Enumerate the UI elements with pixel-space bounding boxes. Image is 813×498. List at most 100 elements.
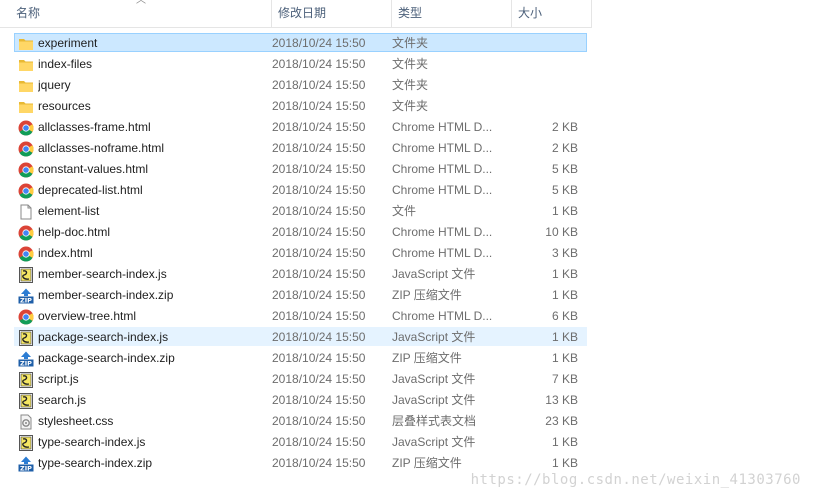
chrome-icon [18, 162, 34, 178]
file-row[interactable]: ZIP type-search-index.zip 2018/10/24 15:5… [0, 453, 600, 474]
file-name: overview-tree.html [38, 309, 137, 323]
file-name: package-search-index.zip [38, 351, 175, 365]
zip-icon: ZIP [18, 456, 34, 472]
file-type: Chrome HTML D... [392, 309, 493, 323]
file-name: member-search-index.zip [38, 288, 174, 302]
sort-ascending-icon: ︿ [136, 0, 146, 6]
file-row[interactable]: stylesheet.css 2018/10/24 15:50 层叠样式表文档 23 … [0, 411, 600, 432]
file-type: JavaScript 文件 [392, 393, 476, 407]
file-size: 3 KB [551, 246, 578, 260]
folder-icon [18, 57, 34, 73]
column-header-bar: ︿ 名称 修改日期 类型 大小 [0, 0, 592, 28]
file-modified-date: 2018/10/24 15:50 [272, 36, 366, 50]
file-size: 5 KB [551, 162, 578, 176]
chrome-icon [18, 141, 34, 157]
file-type: Chrome HTML D... [392, 162, 493, 176]
column-header-name-label: 名称 [16, 6, 41, 20]
file-row[interactable]: package-search-index.js 2018/10/24 15:50 J… [0, 327, 600, 348]
file-modified-date: 2018/10/24 15:50 [272, 204, 366, 218]
file-row[interactable]: script.js 2018/10/24 15:50 JavaScript 文件 7 … [0, 369, 600, 390]
zip-icon: ZIP [18, 351, 34, 367]
file-row[interactable]: deprecated-list.html 2018/10/24 15:50 Chro… [0, 180, 600, 201]
file-name: package-search-index.js [38, 330, 169, 344]
column-header-size-label: 大小 [518, 6, 543, 20]
file-modified-date: 2018/10/24 15:50 [272, 267, 366, 281]
file-row[interactable]: index-files 2018/10/24 15:50 文件夹 [0, 54, 600, 75]
file-modified-date: 2018/10/24 15:50 [272, 120, 366, 134]
file-type: ZIP 压缩文件 [392, 456, 462, 470]
file-row[interactable]: experiment 2018/10/24 15:50 文件夹 [0, 33, 600, 54]
file-name: member-search-index.js [38, 267, 167, 281]
file-row[interactable]: constant-values.html 2018/10/24 15:50 Chro… [0, 159, 600, 180]
file-size: 1 KB [551, 351, 578, 365]
file-row[interactable]: search.js 2018/10/24 15:50 JavaScript 文件 13… [0, 390, 600, 411]
file-row[interactable]: element-list 2018/10/24 15:50 文件 1 KB [0, 201, 600, 222]
file-type: Chrome HTML D... [392, 246, 493, 260]
file-size: 1 KB [551, 204, 578, 218]
file-name: deprecated-list.html [38, 183, 143, 197]
file-explorer: ︿ 名称 修改日期 类型 大小 experiment 2018/10/24 15:… [0, 0, 813, 498]
blank-file-icon [18, 204, 34, 220]
file-row[interactable]: overview-tree.html 2018/10/24 15:50 Chrome… [0, 306, 600, 327]
folder-icon [18, 78, 34, 94]
file-type: JavaScript 文件 [392, 372, 476, 386]
column-header-name[interactable]: ︿ 名称 [0, 0, 272, 27]
file-size: 5 KB [551, 183, 578, 197]
file-modified-date: 2018/10/24 15:50 [272, 183, 366, 197]
watermark: https://blog.csdn.net/weixin_41303760 [470, 472, 801, 488]
file-size: 2 KB [551, 120, 578, 134]
file-type: 文件 [392, 204, 417, 218]
file-type: 文件夹 [392, 78, 429, 92]
file-size: 23 KB [545, 414, 578, 428]
file-type: 文件夹 [392, 57, 429, 71]
column-header-size[interactable]: 大小 [512, 0, 592, 27]
zip-icon: ZIP [18, 288, 34, 304]
file-row[interactable]: help-doc.html 2018/10/24 15:50 Chrome HTML… [0, 222, 600, 243]
file-modified-date: 2018/10/24 15:50 [272, 225, 366, 239]
file-modified-date: 2018/10/24 15:50 [272, 246, 366, 260]
column-header-date[interactable]: 修改日期 [272, 0, 392, 27]
file-row[interactable]: resources 2018/10/24 15:50 文件夹 [0, 96, 600, 117]
file-type: Chrome HTML D... [392, 183, 493, 197]
file-name: allclasses-noframe.html [38, 141, 165, 155]
file-type: 文件夹 [392, 99, 429, 113]
file-name: element-list [38, 204, 100, 218]
file-modified-date: 2018/10/24 15:50 [272, 330, 366, 344]
file-size: 1 KB [551, 267, 578, 281]
file-modified-date: 2018/10/24 15:50 [272, 456, 366, 470]
file-row[interactable]: ZIP member-search-index.zip 2018/10/24 15… [0, 285, 600, 306]
file-modified-date: 2018/10/24 15:50 [272, 288, 366, 302]
file-name: jquery [38, 78, 71, 92]
file-modified-date: 2018/10/24 15:50 [272, 99, 366, 113]
file-row[interactable]: allclasses-frame.html 2018/10/24 15:50 Chr… [0, 117, 600, 138]
file-row[interactable]: jquery 2018/10/24 15:50 文件夹 [0, 75, 600, 96]
file-name: script.js [38, 372, 79, 386]
chrome-icon [18, 246, 34, 262]
file-row[interactable]: ZIP package-search-index.zip 2018/10/24 1… [0, 348, 600, 369]
file-modified-date: 2018/10/24 15:50 [272, 351, 366, 365]
file-row[interactable]: allclasses-noframe.html 2018/10/24 15:50 C… [0, 138, 600, 159]
file-name: search.js [38, 393, 87, 407]
svg-text:ZIP: ZIP [20, 296, 32, 304]
file-row[interactable]: type-search-index.js 2018/10/24 15:50 Java… [0, 432, 600, 453]
chrome-icon [18, 183, 34, 199]
file-type: JavaScript 文件 [392, 267, 476, 281]
file-row[interactable]: member-search-index.js 2018/10/24 15:50 Ja… [0, 264, 600, 285]
js-file-icon [18, 392, 34, 409]
js-file-icon [18, 329, 34, 346]
svg-text:ZIP: ZIP [20, 359, 32, 367]
file-name: stylesheet.css [38, 414, 114, 428]
column-header-type[interactable]: 类型 [392, 0, 512, 27]
js-file-icon [18, 266, 34, 283]
css-file-icon [18, 414, 34, 430]
file-row[interactable]: index.html 2018/10/24 15:50 Chrome HTML D.… [0, 243, 600, 264]
file-name: experiment [38, 36, 98, 50]
column-header-type-label: 类型 [398, 6, 423, 20]
chrome-icon [18, 309, 34, 325]
folder-icon [18, 99, 34, 115]
file-size: 7 KB [551, 372, 578, 386]
file-type: JavaScript 文件 [392, 330, 476, 344]
file-size: 1 KB [551, 456, 578, 470]
file-type: JavaScript 文件 [392, 435, 476, 449]
file-name: allclasses-frame.html [38, 120, 151, 134]
